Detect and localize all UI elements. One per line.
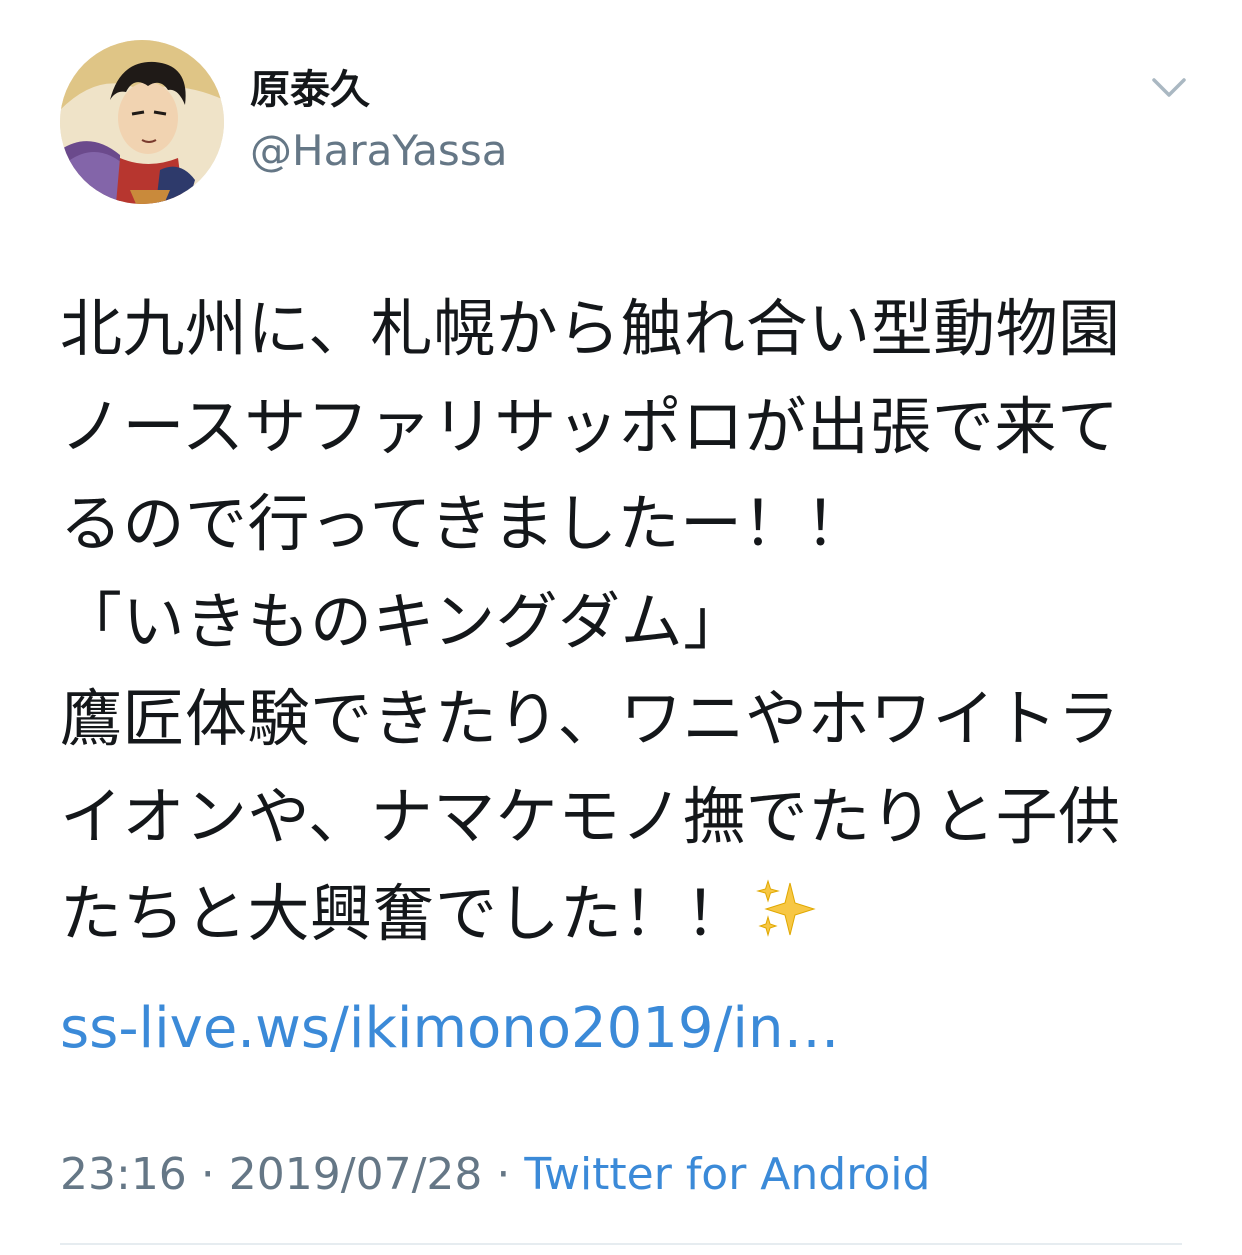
user-handle[interactable]: @HaraYassa bbox=[250, 124, 507, 178]
tweet-text-line-last: たちと大興奮でした！！ bbox=[60, 865, 1180, 963]
meta-separator: · bbox=[186, 1149, 229, 1200]
tweet-text-line: イオンや、ナマケモノ撫でたりと子供 bbox=[60, 779, 1121, 853]
tweet-text-line: ノースサファリサッポロが出張で来て bbox=[60, 389, 1120, 463]
tweet-text-line: 「いきものキングダム」 bbox=[60, 584, 746, 658]
sparkles-icon bbox=[754, 871, 818, 969]
tweet-text-line: るので行ってきましたー！！ bbox=[60, 487, 868, 560]
tweet-time: 23:16 bbox=[60, 1149, 187, 1200]
tweet-text-line-content: たちと大興奮でした！！ bbox=[60, 877, 748, 950]
tweet-date: 2019/07/28 bbox=[228, 1149, 483, 1200]
display-name[interactable]: 原泰久 bbox=[250, 64, 370, 116]
tweet-source-link[interactable]: Twitter for Android bbox=[524, 1149, 930, 1200]
tweet-card: 原泰久 @HaraYassa 北九州に、札幌から触れ合い型動物園 ノースサファリ… bbox=[0, 0, 1242, 1255]
chevron-down-icon[interactable] bbox=[1146, 70, 1192, 106]
tweet-text: 北九州に、札幌から触れ合い型動物園 ノースサファリサッポロが出張で来て るので行… bbox=[60, 280, 1180, 963]
tweet-text-line: 北九州に、札幌から触れ合い型動物園 bbox=[60, 292, 1121, 365]
tweet-meta: 23:16 · 2019/07/28 · Twitter for Android bbox=[60, 1148, 930, 1202]
manga-character-avatar-icon bbox=[60, 40, 224, 204]
meta-separator: · bbox=[482, 1149, 525, 1200]
tweet-link[interactable]: ss-live.ws/ikimono2019/in… bbox=[60, 995, 839, 1063]
avatar[interactable] bbox=[60, 40, 224, 204]
divider bbox=[60, 1243, 1182, 1245]
tweet-text-line: 鷹匠体験できたり、ワニやホワイトラ bbox=[60, 682, 1121, 755]
